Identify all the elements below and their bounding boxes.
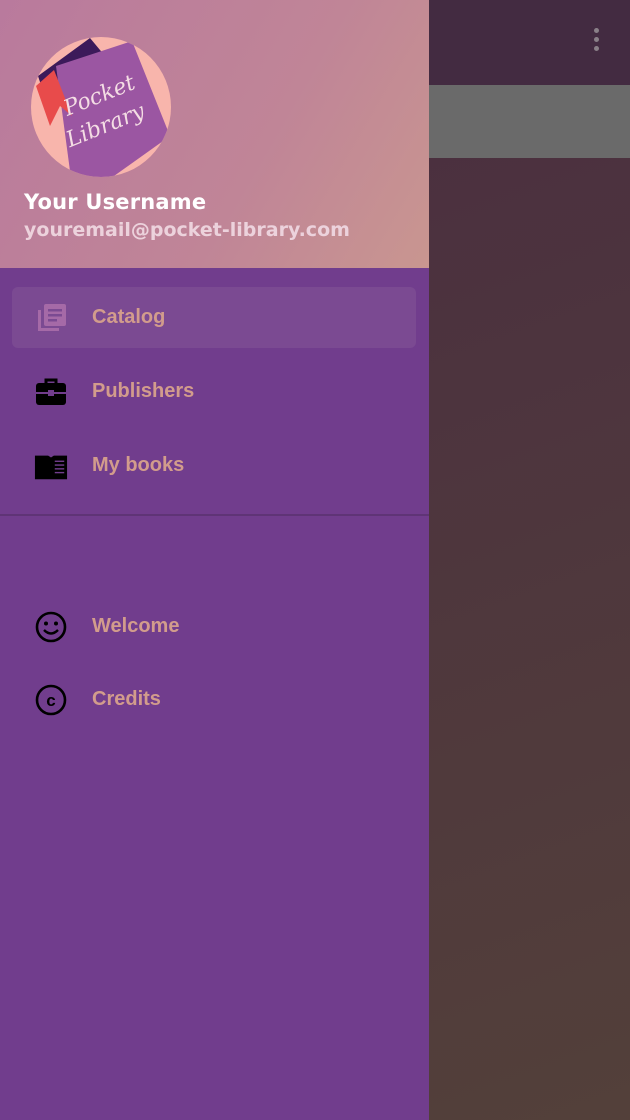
overflow-menu-icon[interactable] [588, 28, 604, 56]
briefcase-icon [34, 375, 68, 409]
user-email: youremail@pocket-library.com [24, 219, 350, 241]
username: Your Username [24, 190, 207, 214]
nav-item-publishers[interactable]: Publishers [12, 361, 416, 422]
nav-item-welcome[interactable]: Welcome [12, 596, 416, 657]
library-books-icon [34, 301, 68, 335]
svg-text:c: c [46, 691, 55, 710]
drawer-header: Pocket Library Your Username youremail@p… [0, 0, 429, 268]
nav-item-my-books[interactable]: My books [12, 435, 416, 496]
nav-item-label: Publishers [92, 380, 195, 402]
pocket-library-logo: Pocket Library [31, 37, 171, 177]
nav-item-label: Catalog [92, 306, 166, 328]
nav-item-label: Welcome [92, 615, 180, 637]
smiley-icon [34, 610, 68, 644]
nav-item-label: Credits [92, 688, 161, 710]
nav-item-credits[interactable]: c Credits [12, 669, 416, 730]
nav-item-catalog[interactable]: Catalog [12, 287, 416, 348]
open-book-icon [34, 449, 68, 483]
nav-item-label: My books [92, 454, 185, 476]
divider [0, 514, 429, 516]
navigation-drawer: Pocket Library Your Username youremail@p… [0, 0, 429, 1120]
copyright-icon: c [34, 683, 68, 717]
